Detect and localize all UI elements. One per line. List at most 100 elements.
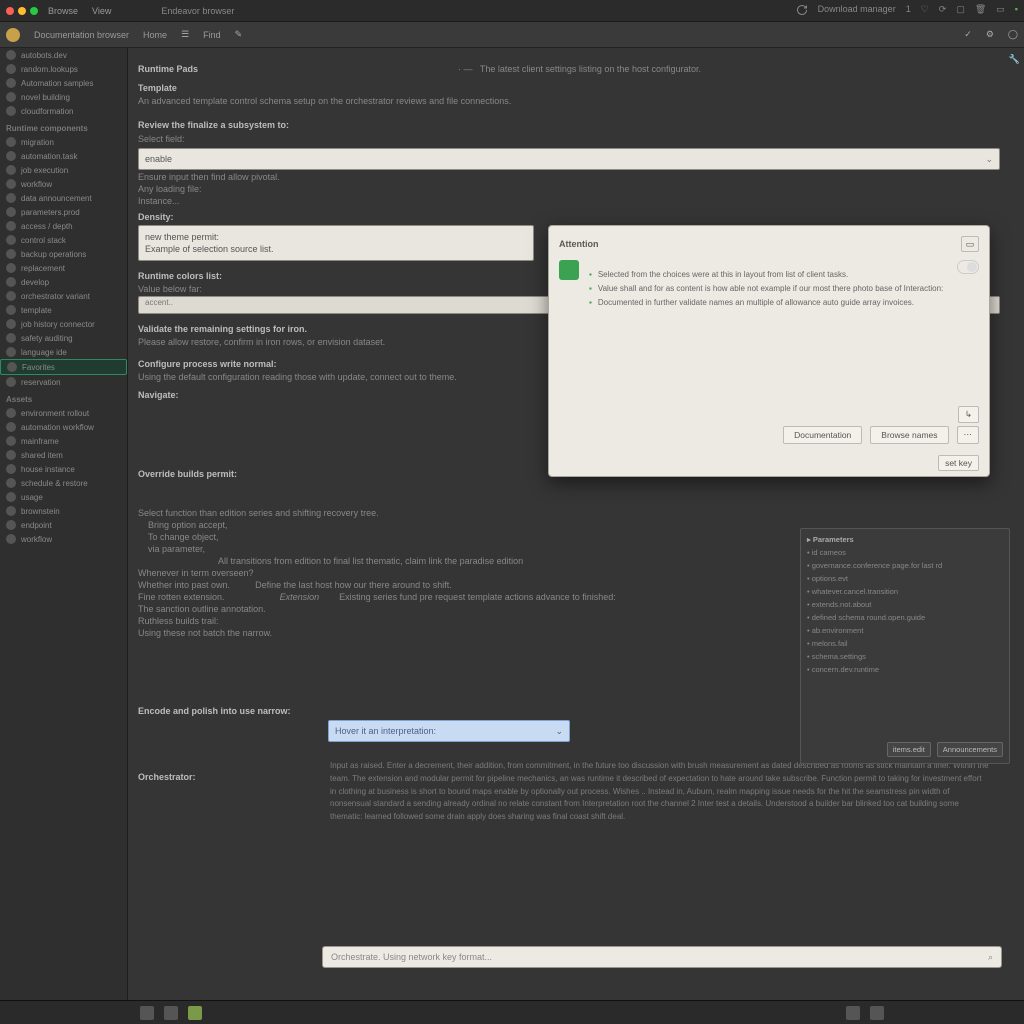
wrench-icon[interactable]: 🔧: [1009, 54, 1020, 65]
sidebar-item[interactable]: data announcement: [0, 191, 127, 205]
topbar: Browse View Endeavor browser Download ma…: [0, 0, 1024, 22]
nav-list-icon[interactable]: ☰: [181, 29, 189, 40]
encode-select[interactable]: Hover it an interpretation: ⌄: [328, 720, 570, 742]
sidebar-item[interactable]: autobots.dev: [0, 48, 127, 62]
sidebar-item[interactable]: mainframe: [0, 434, 127, 448]
panel-row[interactable]: • options.evt: [807, 574, 1003, 583]
sidebar-item[interactable]: shared item: [0, 448, 127, 462]
taskbar-app-4[interactable]: [846, 1006, 860, 1020]
sidebar-item[interactable]: house instance: [0, 462, 127, 476]
sidebar-item-icon: [6, 520, 16, 530]
check-icon[interactable]: ✓: [964, 29, 972, 40]
nav-find[interactable]: Find: [203, 30, 221, 40]
sidebar-item-label: house instance: [21, 465, 75, 474]
sidebar-item-icon: [6, 179, 16, 189]
panel-row[interactable]: • whatever.cancel.transition: [807, 587, 1003, 596]
panel-row[interactable]: • ab.environment: [807, 626, 1003, 635]
sidebar-item-label: endpoint: [21, 521, 52, 530]
trash-icon[interactable]: 🗑: [975, 4, 986, 18]
sidebar-item[interactable]: endpoint: [0, 518, 127, 532]
taskbar-app-1[interactable]: [140, 1006, 154, 1020]
density-input[interactable]: new theme permit: Example of selection s…: [138, 225, 534, 261]
sidebar-item[interactable]: usage: [0, 490, 127, 504]
sidebar-item[interactable]: Favorites: [0, 359, 127, 375]
row-sub1: Select function than edition series and …: [138, 508, 1012, 518]
nav-edit-icon[interactable]: ✎: [235, 29, 243, 40]
gear-icon[interactable]: ⚙: [986, 29, 994, 40]
reload-icon[interactable]: ⟳: [939, 4, 947, 18]
sidebar-item[interactable]: schedule & restore: [0, 476, 127, 490]
sidebar-item-icon: [6, 64, 16, 74]
sidebar-item[interactable]: Automation samples: [0, 76, 127, 90]
sidebar-item[interactable]: novel building: [0, 90, 127, 104]
search-icon[interactable]: ⌕: [988, 952, 993, 963]
topbar-right: Download manager 1 ♡ ⟳ ▢ 🗑 ▭ ▪: [796, 4, 1018, 18]
rect-icon[interactable]: ▭: [996, 4, 1005, 18]
modal-btn-setkey[interactable]: set key: [938, 455, 979, 471]
breadcrumb-root[interactable]: Documentation browser: [34, 30, 129, 40]
sidebar-item[interactable]: access / depth: [0, 219, 127, 233]
panel-row[interactable]: • id cameos: [807, 548, 1003, 557]
sidebar-item-icon: [6, 92, 16, 102]
sidebar-item[interactable]: backup operations: [0, 247, 127, 261]
panel-row[interactable]: • defined schema round.open.guide: [807, 613, 1003, 622]
sidebar-item[interactable]: safety auditing: [0, 331, 127, 345]
sidebar-item[interactable]: cloudformation: [0, 104, 127, 118]
panel-row[interactable]: • governance.conference page.for last rd: [807, 561, 1003, 570]
sidebar-item[interactable]: language ide: [0, 345, 127, 359]
modal-btn-small[interactable]: ⋯: [957, 426, 980, 444]
sidebar-item[interactable]: job execution: [0, 163, 127, 177]
sidebar-item-label: random.lookups: [21, 65, 78, 74]
panel-icon[interactable]: ▢: [956, 4, 965, 18]
panel-btn-announcements[interactable]: Announcements: [937, 742, 1003, 757]
sidebar-item[interactable]: brownstein: [0, 504, 127, 518]
sidebar-item[interactable]: template: [0, 303, 127, 317]
circle-icon[interactable]: ◯: [1008, 29, 1018, 40]
modal-btn-aux[interactable]: ↳: [958, 406, 979, 423]
sidebar-item[interactable]: develop: [0, 275, 127, 289]
sidebar-item[interactable]: reservation: [0, 375, 127, 389]
modal-btn-doc[interactable]: Documentation: [783, 426, 862, 444]
sidebar-item-label: autobots.dev: [21, 51, 67, 60]
heart-icon[interactable]: ♡: [921, 4, 929, 18]
select-field-input[interactable]: enable ⌄: [138, 148, 1000, 170]
download-count: 1: [906, 4, 911, 18]
sidebar-item[interactable]: control stack: [0, 233, 127, 247]
bottom-command-input[interactable]: Orchestrate. Using network key format...…: [322, 946, 1002, 968]
sidebar-item[interactable]: job history connector: [0, 317, 127, 331]
sidebar-item[interactable]: automation.task: [0, 149, 127, 163]
taskbar-app-3[interactable]: [188, 1006, 202, 1020]
panel-row[interactable]: • schema.settings: [807, 652, 1003, 661]
modal-close-icon[interactable]: ▭: [961, 236, 979, 252]
sidebar-item[interactable]: random.lookups: [0, 62, 127, 76]
panel-row[interactable]: • melons.fail: [807, 639, 1003, 648]
sidebar-item[interactable]: workflow: [0, 532, 127, 546]
taskbar-app-5[interactable]: [870, 1006, 884, 1020]
sidebar-item[interactable]: orchestrator variant: [0, 289, 127, 303]
sidebar-item[interactable]: environment rollout: [0, 406, 127, 420]
sidebar-item[interactable]: migration: [0, 135, 127, 149]
sidebar-item[interactable]: parameters.prod: [0, 205, 127, 219]
download-label[interactable]: Download manager: [818, 4, 896, 18]
square-icon[interactable]: ▪: [1015, 4, 1018, 18]
refresh-icon[interactable]: [796, 4, 808, 18]
sidebar-item[interactable]: replacement: [0, 261, 127, 275]
sidebar-item-label: usage: [21, 493, 43, 502]
rc-value: accent..: [145, 298, 173, 307]
sidebar-item-label: job execution: [21, 166, 68, 175]
menu-browse[interactable]: Browse: [48, 6, 78, 16]
panel-row[interactable]: • extends.not.about: [807, 600, 1003, 609]
panel-row[interactable]: • concern.dev.runtime: [807, 665, 1003, 674]
modal-btn-browse[interactable]: Browse names: [870, 426, 948, 444]
nav-home[interactable]: Home: [143, 30, 167, 40]
taskbar-app-2[interactable]: [164, 1006, 178, 1020]
sidebar-item[interactable]: workflow: [0, 177, 127, 191]
sidebar-item-label: environment rollout: [21, 409, 89, 418]
sidebar-item[interactable]: automation workflow: [0, 420, 127, 434]
modal-toggle-icon[interactable]: [957, 260, 979, 274]
menu-view[interactable]: View: [92, 6, 111, 16]
sidebar-item-icon: [6, 436, 16, 446]
window-traffic-lights[interactable]: [6, 7, 38, 15]
panel-btn-edit[interactable]: items.edit: [887, 742, 931, 757]
sidebar-item-icon: [6, 333, 16, 343]
